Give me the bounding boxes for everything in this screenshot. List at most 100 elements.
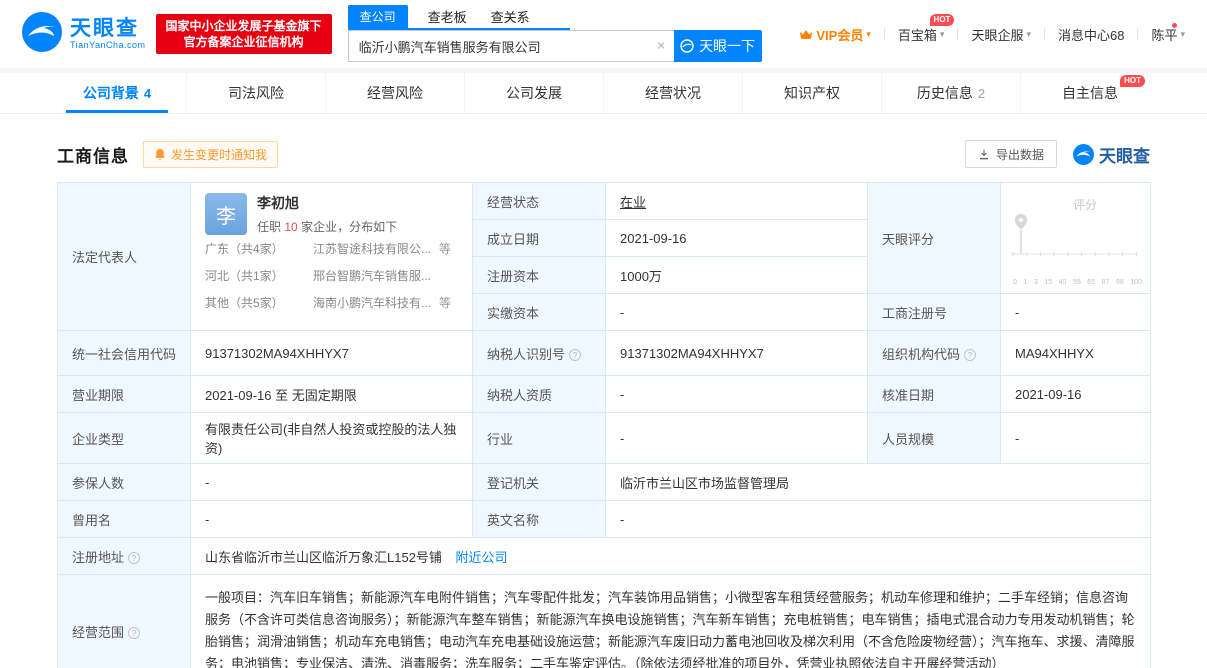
tab-intellectual-property[interactable]: 知识产权 [742,73,881,113]
legal-rep-name[interactable]: 李初旭 [257,193,397,213]
tenure-count: 10 [284,220,298,234]
label-text: 统一社会信用代码 [72,346,177,362]
field-value-business-term: 2021-09-16 至 无固定期限 [190,375,473,413]
field-label-reg-number: 工商注册号 [867,293,1001,331]
distribution-row: 其他（共5家） 海南小鹏汽车科技有... 等 [205,291,458,316]
field-label-english-name: 英文名称 [472,500,606,538]
value-text: - [620,511,625,527]
field-value-approval-date: 2021-09-16 [1000,375,1151,413]
label-text: 组织机构代码 [882,346,961,362]
label-text: 营业期限 [72,387,125,403]
help-icon[interactable]: ? [128,552,141,564]
field-value-paid-capital: - [605,293,868,331]
score-chart-cell[interactable]: 评分 0 1 3 15 40 55 65 87 98 100 [1000,182,1151,294]
business-info-table: 法定代表人 李 李初旭 任职 10 家企业，分布如下 广东（共4家） 江苏智途科… [57,182,1151,668]
field-label-registered-capital: 注册资本 [472,256,606,294]
axis-tick: 3 [1033,279,1038,286]
help-icon[interactable]: ? [128,627,141,639]
value-text: - [205,474,210,490]
distribution-row: 河北（共1家） 邢台智鹏汽车销售服... [205,264,458,289]
field-label-insured-count: 参保人数 [57,463,191,501]
distribution-company-link[interactable]: 江苏智途科技有限公... [313,237,431,262]
tab-label: 司法风险 [228,85,284,101]
distribution-company-link[interactable]: 海南小鹏汽车科技有... [313,291,431,316]
nearby-companies-link[interactable]: 附近公司 [456,550,508,565]
chevron-down-icon: ▾ [1026,28,1031,39]
value-text: 2021-09-16 [620,230,687,246]
field-value-reg-number: - [1000,293,1151,331]
field-label-taxpayer-quality: 纳税人资质 [472,375,606,413]
header-menu: VIP会员 ▾ HOT 百宝箱 ▾ 天眼企服 ▾ 消息中心68 陈平 ▾ [799,13,1185,44]
label-text: 经营状态 [487,194,540,210]
field-value-business-scope: 一般项目：汽车旧车销售；新能源汽车电附件销售；汽车零配件批发；汽车装饰用品销售；… [190,574,1151,668]
tianyancha-logo[interactable]: 天眼查 TianYanCha.com [22,11,146,57]
label-text: 法定代表人 [72,250,138,265]
search-tab-relation[interactable]: 查关系 [487,5,534,28]
field-label-business-scope: 经营范围? [57,574,191,668]
label-text: 工商注册号 [882,305,948,321]
menu-divider [1043,28,1045,40]
search-tab-boss[interactable]: 查老板 [424,5,471,28]
search-button[interactable]: 天眼一下 [673,30,762,62]
message-center-menu[interactable]: 消息中心68 [1058,25,1124,44]
axis-tick: 0 [1013,279,1017,286]
user-menu[interactable]: 陈平 ▾ [1151,22,1185,44]
field-label-paid-capital: 实缴资本 [472,293,606,331]
tab-operating-risk[interactable]: 经营风险 [325,73,464,113]
help-icon[interactable]: ? [569,349,582,361]
tianyancha-logo-icon [22,11,62,57]
search-tab-company[interactable]: 查公司 [347,5,408,28]
field-label-approval-date: 核准日期 [867,375,1001,413]
field-value-status-cell: 在业 [605,182,868,220]
field-label-business-term: 营业期限 [57,375,191,413]
tab-company-development[interactable]: 公司发展 [464,73,603,113]
notify-change-button[interactable]: 发生变更时通知我 [143,140,279,168]
value-text: - [1015,430,1020,446]
label-text: 英文名称 [487,512,540,528]
search-input[interactable] [347,30,674,62]
export-data-button[interactable]: 导出数据 [964,140,1057,168]
legal-rep-avatar[interactable]: 李 [205,193,247,235]
vip-member-menu[interactable]: VIP会员 ▾ [799,25,871,44]
value-text: 91371302MA94XHHYX7 [620,345,764,361]
tianyancha-watermark-icon [1073,143,1094,165]
value-text: - [620,304,625,320]
axis-tick: 55 [1072,279,1081,286]
value-text: - [205,511,210,527]
enterprise-service-menu[interactable]: 天眼企服 ▾ [971,25,1031,44]
field-value-status[interactable]: 在业 [620,195,646,210]
field-label-industry: 行业 [472,412,606,464]
tab-judicial-risk[interactable]: 司法风险 [186,73,325,113]
value-text: 2021-09-16 至 无固定期限 [205,387,357,403]
field-label-legal-rep: 法定代表人 [57,182,191,331]
business-scope-text: 一般项目：汽车旧车销售；新能源汽车电附件销售；汽车零配件批发；汽车装饰用品销售；… [205,590,1135,668]
tianyancha-watermark: 天眼查 [1073,142,1150,167]
axis-tick: 100 [1130,279,1142,286]
field-value-staff-size: - [1000,412,1151,464]
value-text: 临沂市兰山区市场监督管理局 [620,475,790,491]
field-value-english-name: - [605,500,1151,538]
clear-search-icon[interactable]: × [657,38,666,55]
help-icon[interactable]: ? [964,349,977,361]
field-label-status: 经营状态 [472,182,606,220]
chevron-down-icon: ▾ [939,28,945,39]
address-text: 山东省临沂市兰山区临沂万象汇L152号铺 [205,549,442,565]
tab-company-background[interactable]: 公司背景 4 [48,73,186,113]
tab-self-info[interactable]: 自主信息 HOT [1020,73,1159,113]
distribution-company-link[interactable]: 邢台智鹏汽车销售服... [313,264,431,289]
toolbox-menu[interactable]: HOT 百宝箱 ▾ [898,13,955,44]
label-text: 核准日期 [882,387,935,403]
tab-history-info[interactable]: 历史信息 2 [881,73,1020,113]
field-value-establish-date: 2021-09-16 [605,219,868,257]
label-text: 行业 [487,431,514,447]
tab-operating-status[interactable]: 经营状况 [603,73,742,113]
axis-tick: 98 [1115,279,1124,286]
tab-label: 经营状况 [645,85,701,101]
field-value-taxpayer-quality: - [605,375,868,413]
notify-change-label: 发生变更时通知我 [171,147,268,162]
field-value-registered-capital: 1000万 [605,256,868,294]
watermark-label: 天眼查 [1099,146,1150,166]
chevron-down-icon: ▾ [866,28,871,39]
menu-divider [957,28,959,40]
value-text: - [620,430,625,446]
